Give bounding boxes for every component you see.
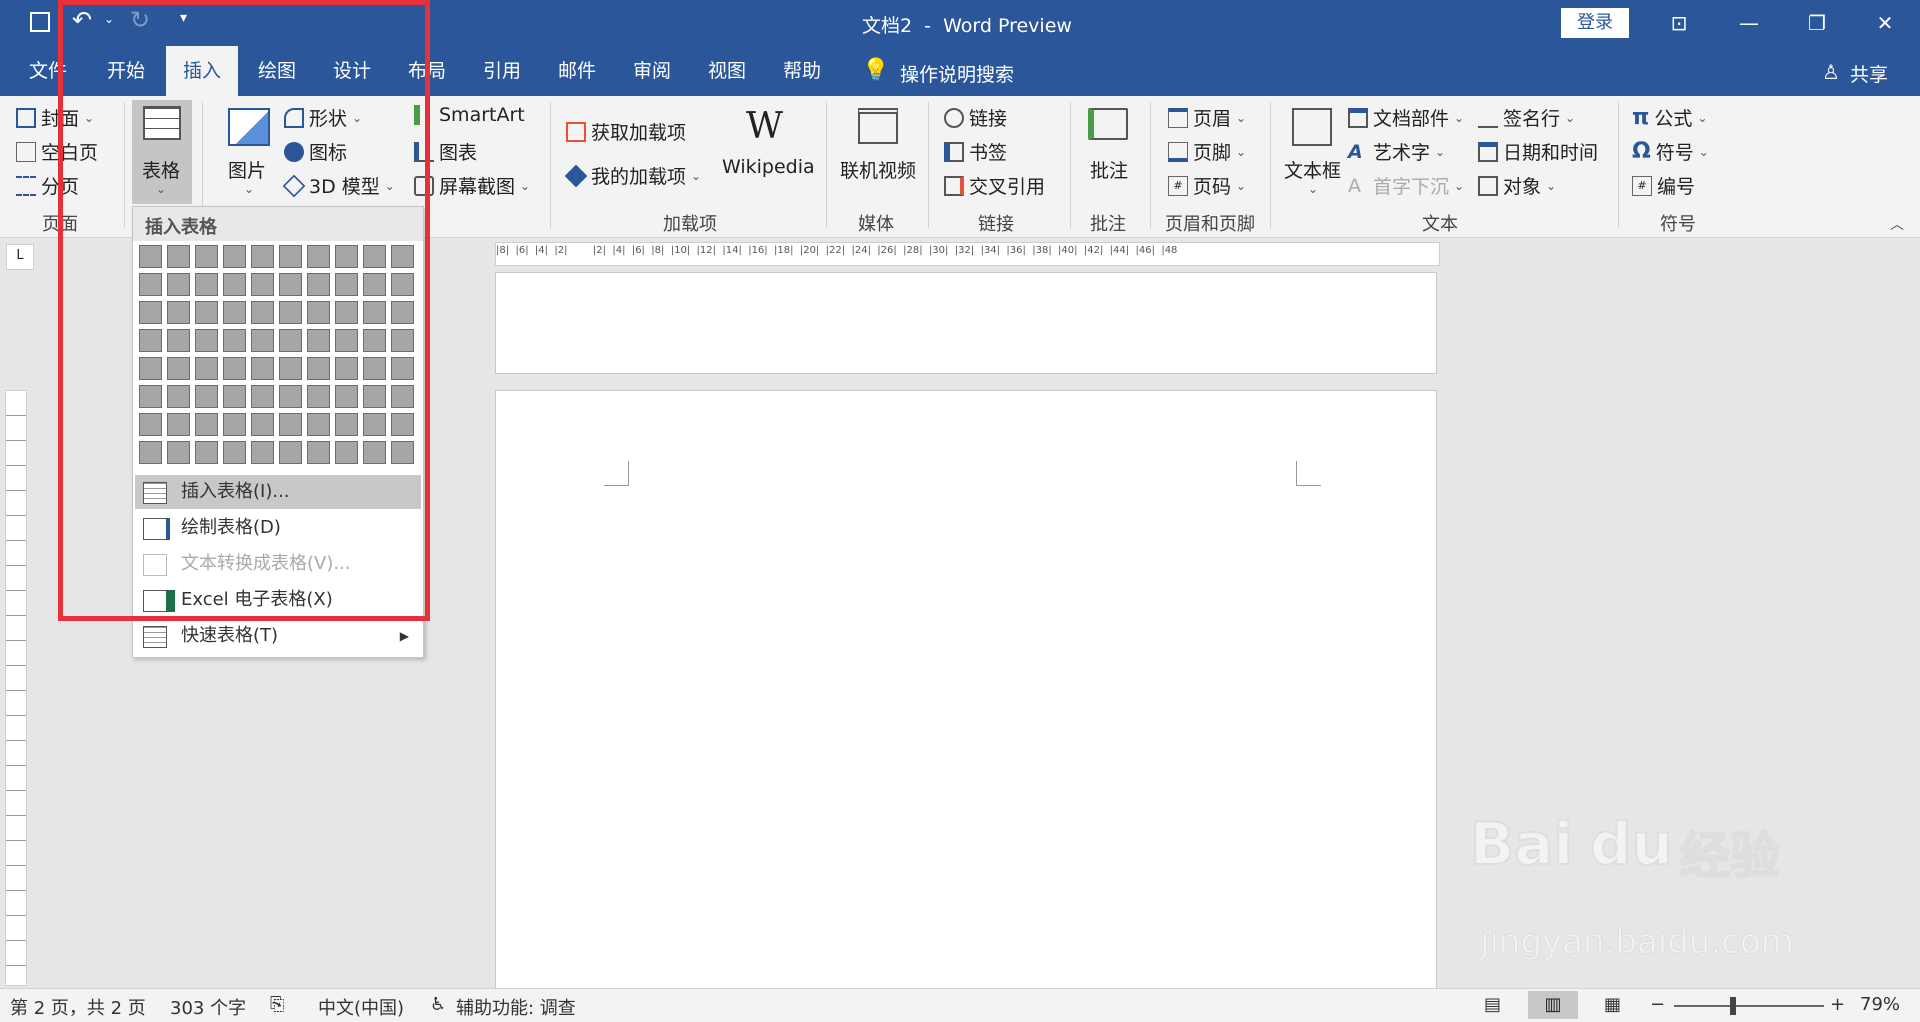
zoom-slider-thumb[interactable]: [1730, 997, 1736, 1015]
horizontal-ruler[interactable]: |8| |6| |4| |2| |2| |4| |6| |8| |10| |12…: [495, 242, 1440, 266]
quick-parts-button[interactable]: 文档部件 ⌄: [1348, 104, 1464, 131]
comment-button[interactable]: 批注: [1078, 100, 1138, 200]
symbol-button[interactable]: Ω 符号 ⌄: [1632, 138, 1709, 165]
wordart-button[interactable]: A 艺术字 ⌄: [1348, 138, 1445, 165]
tab-view[interactable]: 视图: [692, 46, 762, 96]
blank-page-icon: [16, 141, 36, 162]
tab-help[interactable]: 帮助: [766, 46, 838, 96]
share-button[interactable]: 共享: [1850, 60, 1888, 87]
page-count[interactable]: 第 2 页，共 2 页: [10, 994, 146, 1020]
store-icon: [566, 121, 586, 142]
collapse-ribbon-icon[interactable]: ︿: [1890, 214, 1904, 234]
cross-reference-button[interactable]: 交叉引用: [944, 172, 1045, 199]
tab-review[interactable]: 审阅: [616, 46, 688, 96]
menu-quick-tables[interactable]: 快速表格(T) ▶: [135, 619, 421, 653]
link-button[interactable]: 链接: [944, 104, 1007, 131]
zoom-out-icon[interactable]: −: [1650, 994, 1665, 1015]
margin-corner-top-right: [1296, 461, 1321, 486]
pi-icon: π: [1632, 105, 1650, 130]
number-button[interactable]: # 编号: [1632, 172, 1695, 199]
link-icon: [944, 107, 964, 128]
ruler-labels: |8| |6| |4| |2| |2| |4| |6| |8| |10| |12…: [496, 245, 1178, 256]
header-button[interactable]: 页眉 ⌄: [1168, 104, 1246, 131]
header-icon: [1168, 107, 1188, 128]
wikipedia-icon: W: [746, 106, 784, 147]
page-number-icon: #: [1168, 175, 1188, 196]
lightbulb-icon: 💡: [862, 58, 890, 83]
equation-button[interactable]: π 公式 ⌄: [1632, 104, 1707, 131]
proofing-icon[interactable]: ⎘: [270, 994, 284, 1015]
status-bar: 第 2 页，共 2 页 303 个字 ⎘ 中文(中国) ♿ 辅助功能: 调查 ▤…: [0, 988, 1920, 1022]
accessibility-status[interactable]: 辅助功能: 调查: [456, 994, 576, 1020]
object-button[interactable]: 对象 ⌄: [1478, 172, 1556, 199]
object-icon: [1478, 175, 1498, 196]
tab-mailings[interactable]: 邮件: [542, 46, 612, 96]
group-label-comments: 批注: [1090, 214, 1126, 235]
group-label-links: 链接: [978, 214, 1014, 235]
tell-me-search[interactable]: 操作说明搜索: [900, 60, 1014, 87]
number-icon: #: [1632, 175, 1652, 196]
minimize-icon[interactable]: —: [1714, 0, 1784, 46]
print-layout-icon[interactable]: ▥: [1528, 991, 1578, 1019]
footer-icon: [1168, 141, 1188, 162]
calendar-icon: [1478, 141, 1498, 162]
comment-icon: [1088, 108, 1128, 140]
textbox-button[interactable]: 文本框 ⌄: [1280, 100, 1346, 200]
screenshot-button[interactable]: 屏幕截图 ⌄: [414, 172, 530, 199]
save-icon[interactable]: [30, 12, 50, 32]
tab-selector[interactable]: L: [6, 244, 34, 270]
accessibility-icon: ♿: [430, 994, 447, 1015]
document-page-1[interactable]: [495, 272, 1437, 374]
group-label-media: 媒体: [858, 214, 894, 235]
group-label-header-footer: 页眉和页脚: [1165, 214, 1255, 235]
signature-line-button[interactable]: 签名行 ⌄: [1478, 104, 1575, 131]
restore-icon[interactable]: ❐: [1782, 0, 1852, 46]
zoom-in-icon[interactable]: +: [1830, 994, 1845, 1015]
vertical-ruler[interactable]: [5, 390, 27, 986]
get-addins-button[interactable]: 获取加载项: [566, 118, 686, 145]
omega-icon: Ω: [1632, 139, 1651, 164]
close-icon[interactable]: ✕: [1850, 0, 1920, 46]
page-number-button[interactable]: # 页码 ⌄: [1168, 172, 1246, 199]
cover-page-icon: [16, 107, 36, 128]
wordart-icon: A: [1348, 140, 1363, 163]
addins-icon: [564, 164, 588, 187]
document-page-2[interactable]: [495, 390, 1437, 990]
textbox-icon: [1292, 108, 1332, 146]
window-title: 文档2 - Word Preview: [862, 15, 1072, 37]
signature-icon: [1478, 108, 1498, 128]
smartart-button[interactable]: SmartArt: [414, 104, 525, 126]
zoom-level[interactable]: 79%: [1860, 994, 1900, 1015]
date-time-button[interactable]: 日期和时间: [1478, 138, 1598, 165]
word-count[interactable]: 303 个字: [170, 994, 246, 1020]
video-icon: [858, 108, 898, 144]
my-addins-button[interactable]: 我的加载项 ⌄: [564, 162, 701, 189]
person-icon: ♙: [1822, 60, 1840, 84]
bookmark-icon: [944, 141, 964, 162]
drop-cap-button[interactable]: A 首字下沉 ⌄: [1348, 172, 1464, 199]
group-label-symbols: 符号: [1660, 214, 1696, 235]
wikipedia-button[interactable]: W Wikipedia: [718, 100, 815, 200]
zoom-slider[interactable]: [1674, 1005, 1824, 1007]
drop-cap-icon: A: [1348, 174, 1361, 197]
baidu-watermark: Bai du 经验 jingyan.baidu.com: [1469, 809, 1794, 963]
read-mode-icon[interactable]: ▤: [1484, 994, 1501, 1015]
page-break-icon: [16, 175, 36, 196]
cross-reference-icon: [944, 175, 964, 196]
margin-corner-top-left: [604, 461, 629, 486]
quick-parts-icon: [1348, 107, 1368, 128]
submenu-arrow-icon: ▶: [399, 629, 409, 643]
tab-references[interactable]: 引用: [466, 46, 538, 96]
login-button[interactable]: 登录: [1561, 8, 1629, 38]
web-layout-icon[interactable]: ▦: [1604, 994, 1621, 1015]
highlight-box: [58, 0, 430, 621]
bookmark-button[interactable]: 书签: [944, 138, 1007, 165]
online-video-button[interactable]: 联机视频: [834, 100, 920, 200]
group-label-text: 文本: [1422, 214, 1458, 235]
quick-table-icon: [143, 626, 167, 648]
language[interactable]: 中文(中国): [318, 994, 404, 1020]
group-label-addins: 加载项: [663, 214, 717, 235]
footer-button[interactable]: 页脚 ⌄: [1168, 138, 1246, 165]
ribbon-display-options-icon[interactable]: ⊡: [1644, 0, 1714, 46]
